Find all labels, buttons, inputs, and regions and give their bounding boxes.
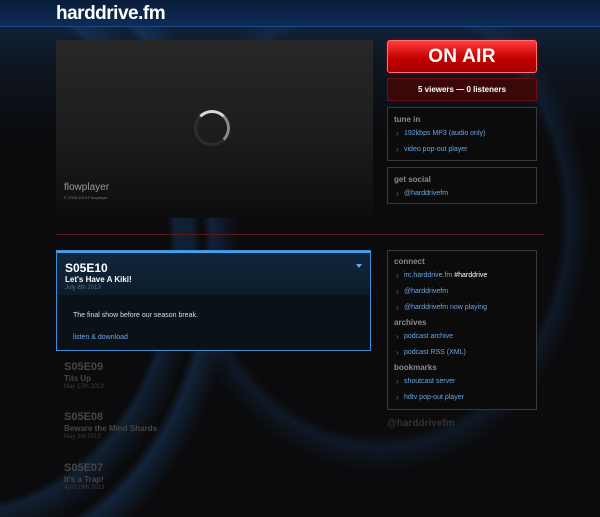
link-shoutcast[interactable]: shoutcast server (396, 377, 455, 386)
tune-in-heading: tune in (394, 115, 421, 124)
episode-code: S05E09 (64, 361, 104, 373)
player-copyright: © 2008-2013 Flowplayer (64, 195, 108, 200)
listen-download-link[interactable]: listen & download (73, 334, 128, 341)
divider (56, 234, 544, 235)
caret-down-icon[interactable] (356, 264, 362, 268)
episode-code: S05E08 (64, 411, 104, 423)
link-podcast-rss[interactable]: podcast RSS (XML) (396, 348, 466, 357)
loading-spinner-icon (194, 110, 230, 146)
site-logo[interactable]: harddrive.fm (56, 3, 166, 25)
episode-date: May 17th 2013 (64, 384, 104, 390)
player-brand: flowplayer (64, 182, 110, 193)
twitter-handle[interactable]: @harddrivefm (387, 418, 455, 429)
link-mp3-stream[interactable]: 192kbps MP3 (audio only) (396, 129, 485, 138)
connect-heading: connect (394, 257, 425, 266)
episode-code: S05E07 (64, 462, 104, 474)
episode-code: S05E10 (65, 261, 108, 275)
bookmarks-heading: bookmarks (394, 363, 437, 372)
on-air-button[interactable]: ON AIR (387, 40, 537, 73)
episode-header[interactable]: S05E10 Let's Have A Kiki! July 8th 2013 (57, 251, 370, 295)
top-bar: harddrive.fm (0, 0, 600, 27)
episode-title: Let's Have A Kiki! (65, 275, 132, 284)
episode-description: The final show before our season break. (73, 312, 198, 319)
episode-date: April 19th 2013 (64, 485, 105, 491)
archives-heading: archives (394, 318, 427, 327)
link-twitter[interactable]: @harddrivefm (396, 287, 448, 296)
link-twitter[interactable]: @harddrivefm (396, 189, 448, 198)
link-podcast-archive[interactable]: podcast archive (396, 332, 453, 341)
irc-server: irc.harddrive.fm (404, 272, 455, 279)
viewer-count: 5 viewers — 0 listeners (387, 78, 537, 101)
episode-date: May 3rd 2013 (64, 434, 101, 440)
link-video-popout[interactable]: video pop-out player (396, 145, 467, 154)
episode-title: Tits Up (64, 374, 91, 383)
episode-item[interactable]: S05E08 Beware the Mind Shards May 3rd 20… (64, 411, 157, 440)
irc-channel: #harddrive (454, 272, 488, 279)
tune-in-panel: tune in 192kbps MP3 (audio only) video p… (387, 107, 537, 161)
links-panel: connect irc.harddrive.fm #harddrive @har… (387, 250, 537, 410)
link-hdtv-popout[interactable]: hdtv pop-out player (396, 393, 464, 402)
episode-title: It's a Trap! (64, 475, 104, 484)
episode-date: July 8th 2013 (65, 285, 101, 291)
video-player[interactable]: flowplayer © 2008-2013 Flowplayer (56, 40, 373, 218)
link-now-playing[interactable]: @harddrivefm now playing (396, 303, 487, 312)
social-panel: get social @harddrivefm (387, 167, 537, 204)
episode-expanded[interactable]: S05E10 Let's Have A Kiki! July 8th 2013 … (56, 250, 371, 351)
episode-item[interactable]: S05E07 It's a Trap! April 19th 2013 (64, 462, 104, 491)
episode-title: Beware the Mind Shards (64, 424, 157, 433)
episode-item[interactable]: S05E09 Tits Up May 17th 2013 (64, 361, 104, 390)
social-heading: get social (394, 175, 431, 184)
link-irc[interactable]: irc.harddrive.fm #harddrive (396, 271, 488, 280)
